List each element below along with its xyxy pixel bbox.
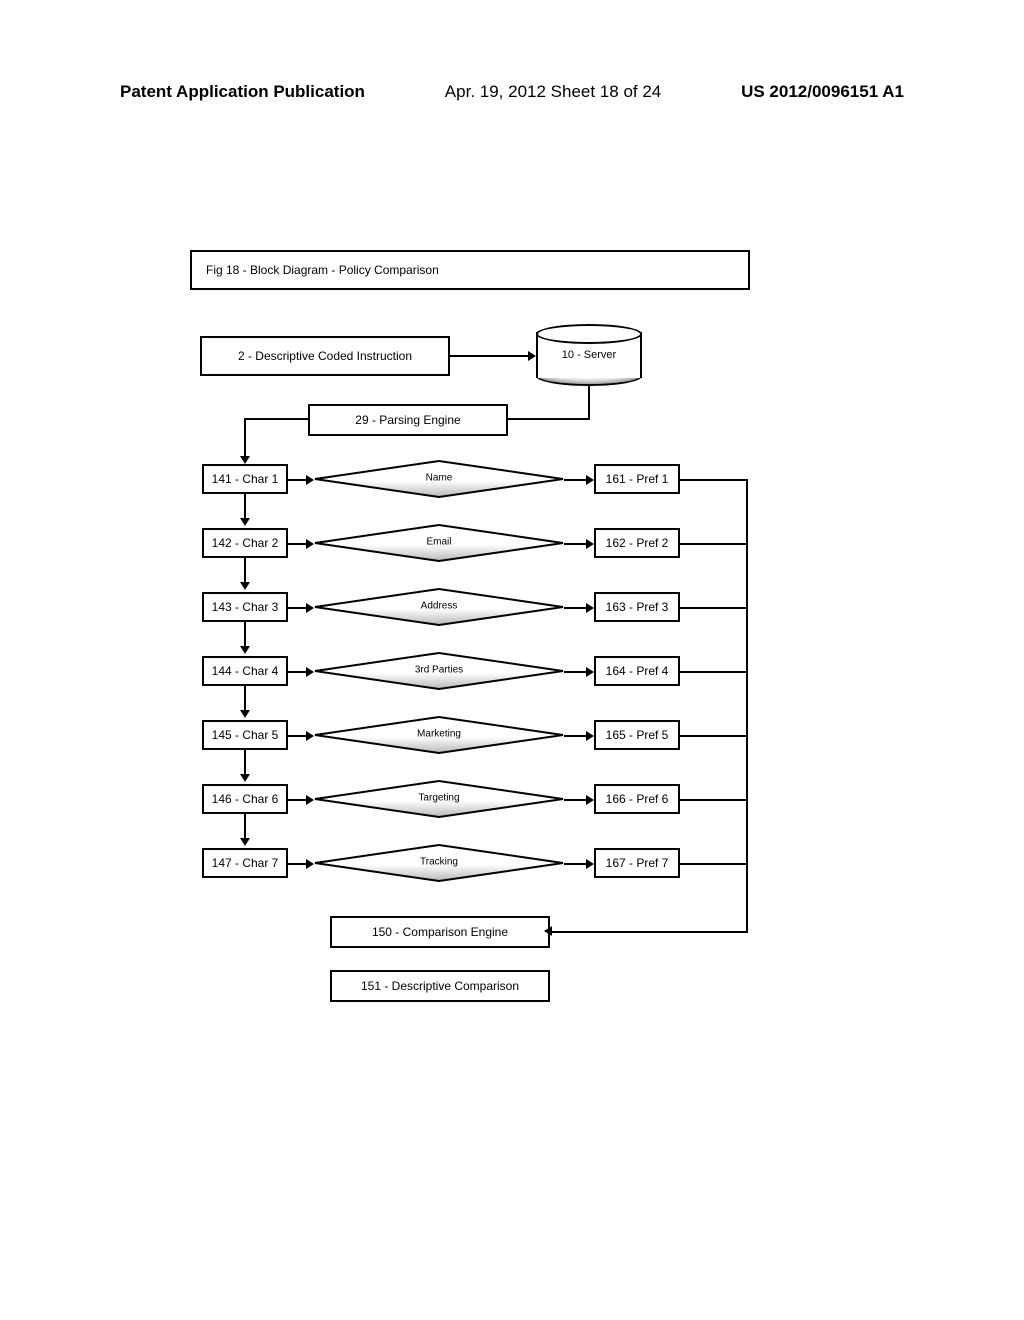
server-cylinder: 10 - Server [536,324,642,386]
char-box: 142 - Char 2 [202,528,288,558]
decision-diamond: 3rd Parties [314,652,564,690]
char-label: 146 - Char 6 [212,792,279,806]
header-patent-id: US 2012/0096151 A1 [741,82,904,102]
char-label: 145 - Char 5 [212,728,279,742]
page-header: Patent Application Publication Apr. 19, … [120,82,904,102]
header-date-sheet: Apr. 19, 2012 Sheet 18 of 24 [445,82,661,102]
parsing-engine-box: 29 - Parsing Engine [308,404,508,436]
pref-box: 162 - Pref 2 [594,528,680,558]
pref-label: 163 - Pref 3 [606,600,669,614]
pref-label: 167 - Pref 7 [606,856,669,870]
page: Patent Application Publication Apr. 19, … [0,0,1024,1320]
diamond-label: Targeting [314,792,564,803]
decision-diamond: Address [314,588,564,626]
descriptive-comparison-box: 151 - Descriptive Comparison [330,970,550,1002]
comparison-engine-label: 150 - Comparison Engine [372,925,508,939]
pref-box: 166 - Pref 6 [594,784,680,814]
decision-diamond: Tracking [314,844,564,882]
figure-title: Fig 18 - Block Diagram - Policy Comparis… [206,263,439,277]
char-box: 146 - Char 6 [202,784,288,814]
decision-diamond: Email [314,524,564,562]
pref-label: 165 - Pref 5 [606,728,669,742]
instruction-label: 2 - Descriptive Coded Instruction [238,349,412,363]
pref-label: 164 - Pref 4 [606,664,669,678]
diamond-label: Email [314,536,564,547]
char-label: 147 - Char 7 [212,856,279,870]
diamond-label: Tracking [314,856,564,867]
char-box: 147 - Char 7 [202,848,288,878]
char-label: 141 - Char 1 [212,472,279,486]
diamond-label: Marketing [314,728,564,739]
decision-diamond: Targeting [314,780,564,818]
comparison-engine-box: 150 - Comparison Engine [330,916,550,948]
parsing-engine-label: 29 - Parsing Engine [355,413,460,427]
diamond-label: 3rd Parties [314,664,564,675]
char-label: 142 - Char 2 [212,536,279,550]
diamond-label: Name [314,472,564,483]
decision-diamond: Name [314,460,564,498]
pref-box: 165 - Pref 5 [594,720,680,750]
figure-title-box: Fig 18 - Block Diagram - Policy Comparis… [190,250,750,290]
descriptive-comparison-label: 151 - Descriptive Comparison [361,979,519,993]
char-box: 141 - Char 1 [202,464,288,494]
pref-box: 164 - Pref 4 [594,656,680,686]
char-box: 144 - Char 4 [202,656,288,686]
pref-box: 161 - Pref 1 [594,464,680,494]
pref-label: 162 - Pref 2 [606,536,669,550]
char-box: 145 - Char 5 [202,720,288,750]
char-label: 144 - Char 4 [212,664,279,678]
diamond-label: Address [314,600,564,611]
pref-label: 161 - Pref 1 [606,472,669,486]
pref-box: 163 - Pref 3 [594,592,680,622]
header-publication: Patent Application Publication [120,82,365,102]
instruction-box: 2 - Descriptive Coded Instruction [200,336,450,376]
char-label: 143 - Char 3 [212,600,279,614]
pref-label: 166 - Pref 6 [606,792,669,806]
decision-diamond: Marketing [314,716,564,754]
pref-box: 167 - Pref 7 [594,848,680,878]
block-diagram: Fig 18 - Block Diagram - Policy Comparis… [190,250,750,1050]
server-label: 10 - Server [536,349,642,361]
char-box: 143 - Char 3 [202,592,288,622]
